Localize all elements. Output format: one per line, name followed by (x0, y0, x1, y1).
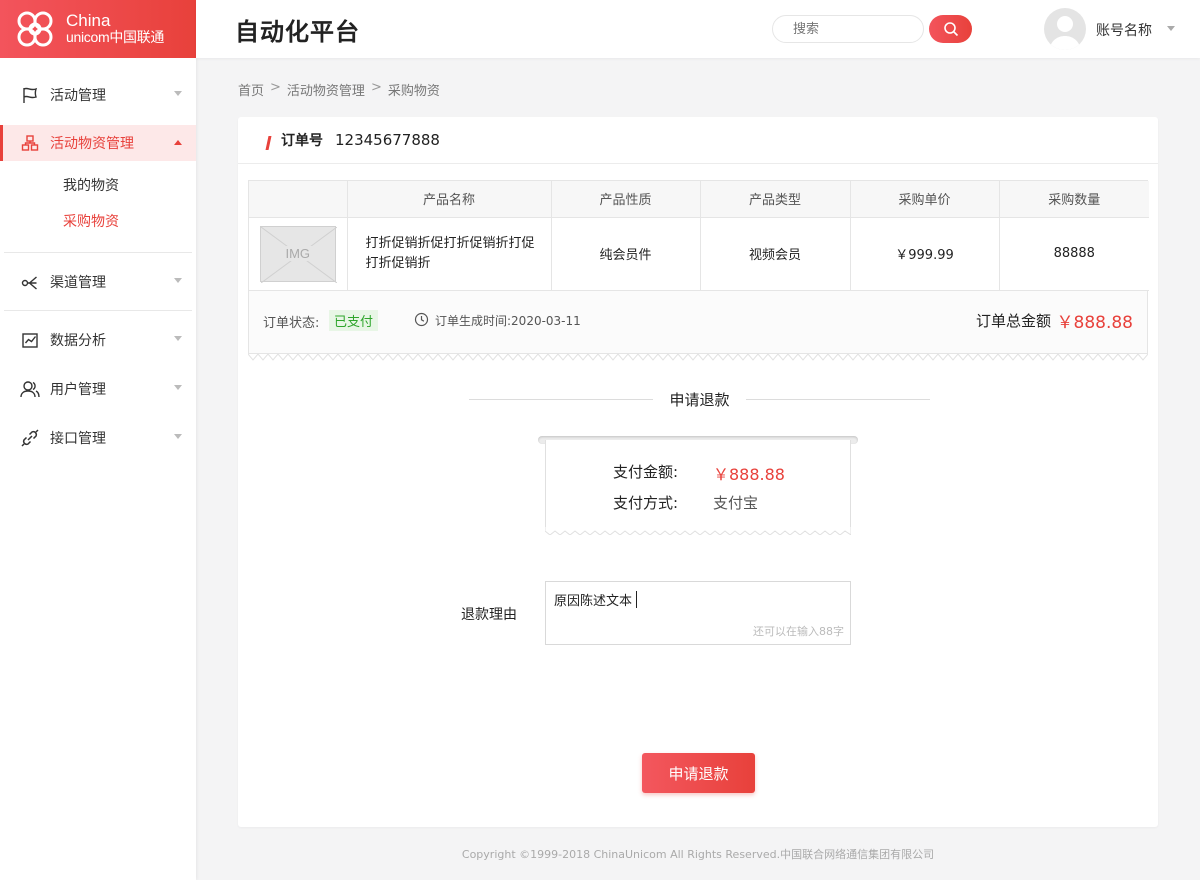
order-total-amount: ￥888.88 (1056, 312, 1133, 333)
account-name[interactable]: 账号名称 (1096, 20, 1152, 40)
users-icon (20, 379, 40, 399)
sidebar-item-label: 渠道管理 (50, 274, 106, 291)
product-image-placeholder: IMG (259, 225, 337, 283)
sidebar-submenu: 我的物资 采购物资 (0, 168, 196, 248)
product-image-cell: IMG (249, 217, 348, 291)
sidebar: China unicom中国联通 活动管理 活动物资管理 我的物资 采购物资 渠… (0, 0, 196, 880)
breadcrumb-home[interactable]: 首页 (238, 80, 264, 99)
breadcrumb-separator: > (270, 80, 281, 95)
refund-reason-value: 原因陈述文本 (554, 594, 633, 609)
product-quantity: 88888 (999, 217, 1149, 291)
user-avatar-icon (1049, 16, 1081, 50)
sidebar-item-label: 数据分析 (50, 332, 106, 349)
product-nature: 纯会员件 (551, 217, 701, 291)
column-header: 产品性质 (551, 181, 701, 218)
app-title: 自动化平台 (235, 18, 360, 46)
receipt-edge-decoration (248, 353, 1148, 361)
sidebar-item-materials[interactable]: 活动物资管理 (0, 125, 196, 161)
order-created-time: 订单生成时间:2020-03-11 (435, 313, 581, 328)
sidebar-item-label: 活动管理 (50, 87, 106, 104)
breadcrumb: 首页 > 活动物资管理 > 采购物资 (238, 80, 440, 99)
product-name: 打折促销折促打折促销折打促打折促销折 (347, 217, 552, 291)
sidebar-item-label: 活动物资管理 (50, 136, 134, 152)
table-header-row: 产品名称 产品性质 产品类型 采购单价 采购数量 (249, 181, 1149, 218)
chevron-down-icon (174, 336, 182, 341)
sidebar-subitem-purchase-materials[interactable]: 采购物资 (0, 204, 196, 240)
status-badge: 已支付 (329, 309, 379, 331)
breadcrumb-current: 采购物资 (387, 84, 440, 99)
column-header: 产品类型 (700, 181, 851, 218)
sidebar-divider (4, 310, 192, 311)
order-footer: 订单状态: 已支付 订单生成时间:2020-03-11 订单总金额 ￥888.8… (248, 291, 1148, 361)
order-number: 12345677888 (335, 131, 440, 149)
submit-refund-button[interactable]: 申请退款 (642, 753, 755, 793)
search-button[interactable] (929, 15, 972, 43)
chevron-down-icon (174, 385, 182, 390)
product-price: ￥999.99 (850, 217, 1000, 291)
order-header: 订单号 12345677888 (238, 117, 1158, 164)
chevron-down-icon[interactable] (1167, 26, 1175, 31)
top-header: 自动化平台 账号名称 (196, 0, 1200, 58)
sidebar-item-users[interactable]: 用户管理 (0, 364, 196, 413)
channel-icon (20, 272, 40, 292)
search-icon (943, 22, 958, 37)
boxes-icon (20, 133, 40, 153)
breadcrumb-materials[interactable]: 活动物资管理 (287, 80, 365, 99)
pay-amount-row: 支付金额: ￥888.88 (613, 461, 785, 485)
column-header: 采购数量 (999, 181, 1149, 218)
sidebar-item-analytics[interactable]: 数据分析 (0, 315, 196, 364)
search-input[interactable] (772, 15, 924, 43)
order-total-label: 订单总金额 (975, 311, 1051, 330)
column-header-image (249, 181, 348, 218)
sidebar-item-api[interactable]: 接口管理 (0, 413, 196, 462)
char-count-hint: 还可以在输入88字 (753, 625, 844, 638)
pay-method-value: 支付宝 (713, 494, 759, 512)
chart-icon (20, 330, 40, 350)
section-marker (265, 136, 272, 150)
avatar[interactable] (1044, 8, 1086, 50)
chevron-down-icon (174, 91, 182, 96)
refund-reason-label: 退款理由 (461, 607, 517, 623)
sidebar-item-activity[interactable]: 活动管理 (0, 70, 196, 119)
chevron-up-icon (174, 140, 182, 145)
sidebar-divider (4, 252, 192, 253)
sidebar-subitem-my-materials[interactable]: 我的物资 (0, 168, 196, 204)
sidebar-item-label: 用户管理 (50, 381, 106, 398)
refund-reason-input-text: 原因陈述文本 (554, 590, 638, 609)
pay-method-label: 支付方式: (613, 494, 679, 512)
receipt-edge-decoration (545, 527, 851, 535)
flag-icon (20, 85, 40, 105)
refund-section-title: 申请退款 (469, 389, 930, 409)
column-header: 采购单价 (850, 181, 1000, 218)
sidebar-menu: 活动管理 活动物资管理 我的物资 采购物资 渠道管理 数据分析 用户管理 接口管… (0, 70, 196, 462)
pay-method-row: 支付方式: 支付宝 (613, 492, 758, 513)
order-card: 订单号 12345677888 产品名称 产品性质 产品类型 采购单价 采购数量 (238, 117, 1158, 827)
image-placeholder-label: IMG (283, 246, 313, 261)
order-status-label: 订单状态: (263, 315, 320, 331)
order-detail-box: 产品名称 产品性质 产品类型 采购单价 采购数量 IMG 打折促销折促打折促销折… (248, 180, 1149, 361)
order-number-label: 订单号 (281, 133, 323, 149)
copyright-footer: Copyright ©1999-2018 ChinaUnicom All Rig… (461, 848, 935, 861)
payment-receipt: 支付金额: ￥888.88 支付方式: 支付宝 (545, 440, 851, 531)
divider-line (746, 399, 930, 400)
column-header: 产品名称 (347, 181, 552, 218)
order-table: 产品名称 产品性质 产品类型 采购单价 采购数量 IMG 打折促销折促打折促销折… (249, 181, 1149, 291)
sidebar-item-channel[interactable]: 渠道管理 (0, 257, 196, 306)
pay-amount-value: ￥888.88 (713, 465, 785, 484)
sidebar-item-label: 接口管理 (50, 430, 106, 447)
chevron-down-icon (174, 278, 182, 283)
breadcrumb-separator: > (370, 80, 382, 95)
chevron-down-icon (174, 434, 182, 439)
link-icon (20, 428, 40, 448)
product-type: 视频会员 (700, 217, 851, 291)
refund-reason-textarea[interactable]: 原因陈述文本 还可以在输入88字 (545, 581, 851, 645)
logo[interactable]: China unicom中国联通 (0, 0, 196, 58)
pay-amount-label: 支付金额: (613, 463, 679, 481)
logo-text-line1: China (66, 11, 111, 30)
clock-icon (414, 312, 429, 326)
text-caret (636, 591, 638, 608)
unicom-logo-icon (17, 11, 53, 47)
table-row: IMG 打折促销折促打折促销折打促打折促销折 纯会员件 视频会员 ￥999.99… (249, 217, 1149, 291)
logo-text-line2: unicom中国联通 (66, 29, 165, 45)
